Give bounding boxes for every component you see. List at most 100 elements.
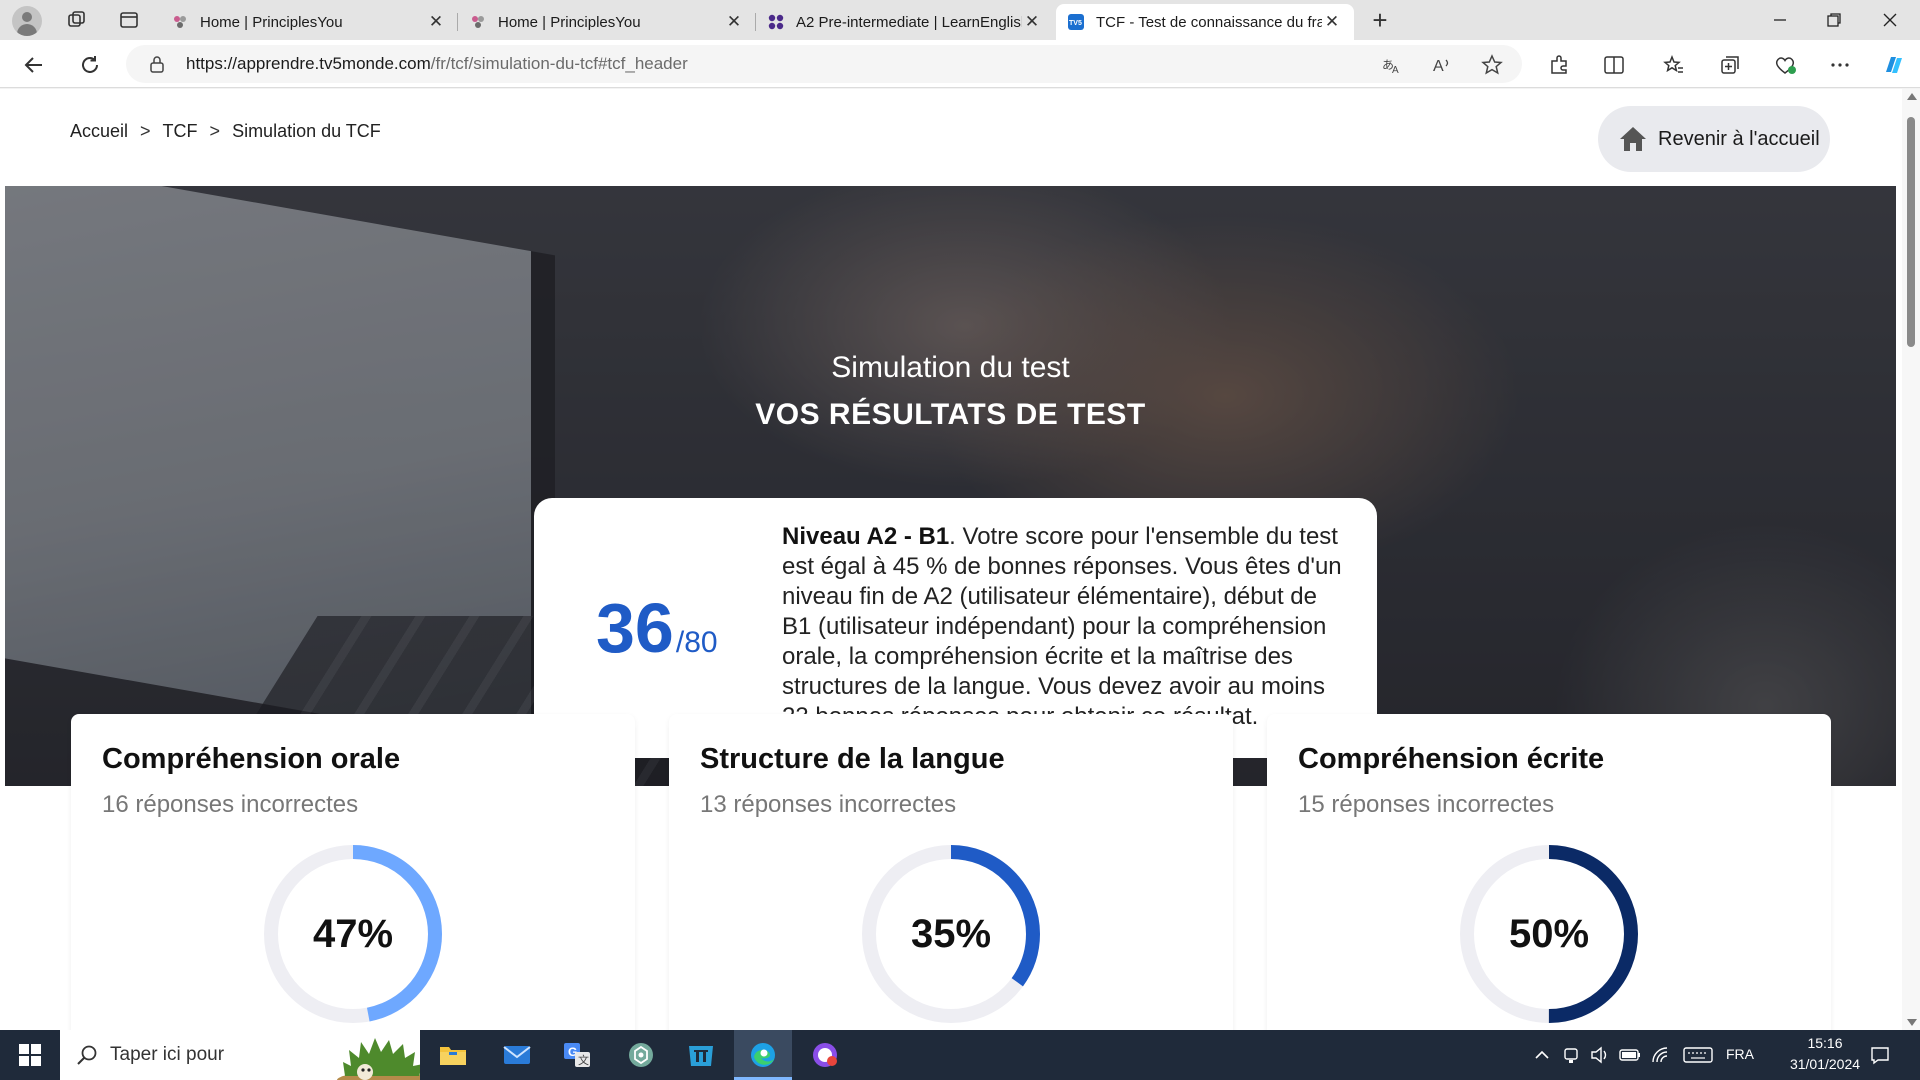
section-title: Compréhension écrite bbox=[1298, 743, 1605, 775]
read-aloud-icon[interactable]: A bbox=[1430, 53, 1454, 77]
copilot-icon[interactable] bbox=[1880, 51, 1908, 79]
svg-text:A: A bbox=[1392, 65, 1399, 76]
tab-tcf-active[interactable]: TV5 TCF - Test de connaissance du frança… bbox=[1056, 4, 1354, 40]
meet-now-icon[interactable] bbox=[1560, 1044, 1584, 1066]
svg-text:A: A bbox=[1433, 58, 1444, 75]
score-max: /80 bbox=[675, 626, 718, 659]
taskbar-search-box[interactable]: Taper ici pour bbox=[60, 1030, 420, 1080]
page-scrollbar[interactable] bbox=[1902, 89, 1920, 1030]
back-to-home-label: Revenir à l'accueil bbox=[1658, 127, 1820, 150]
url-host: https://apprendre.tv5monde.com bbox=[186, 54, 431, 73]
percent-label: 47% bbox=[312, 911, 394, 956]
breadcrumb-separator: > bbox=[140, 121, 151, 141]
scroll-down-arrow-icon[interactable] bbox=[1907, 1019, 1917, 1026]
back-arrow-icon[interactable] bbox=[20, 51, 48, 79]
tab-close-icon[interactable]: ✕ bbox=[426, 12, 446, 32]
hedgehog-illustration bbox=[337, 1038, 420, 1080]
volume-icon[interactable] bbox=[1588, 1044, 1612, 1066]
incorrect-answers: 13 réponses incorrectes bbox=[700, 791, 957, 818]
score-explanation: . Votre score pour l'ensemble du test es… bbox=[782, 523, 1342, 730]
profile-avatar[interactable] bbox=[12, 6, 42, 36]
notifications-icon[interactable] bbox=[1868, 1044, 1892, 1066]
search-placeholder: Taper ici pour bbox=[110, 1044, 225, 1065]
page-viewport: Accueil > TCF > Simulation du TCF Reveni… bbox=[0, 89, 1902, 1030]
tv5monde-favicon: TV5 bbox=[1068, 14, 1084, 30]
hero-subtitle: Simulation du test bbox=[831, 351, 1070, 384]
hero-banner: Simulation du test VOS RÉSULTATS DE TEST… bbox=[5, 186, 1896, 786]
taskbar-file-explorer[interactable] bbox=[424, 1030, 482, 1080]
breadcrumb: Accueil > TCF > Simulation du TCF bbox=[70, 121, 381, 142]
percent-label: 35% bbox=[910, 911, 992, 956]
wifi-icon[interactable] bbox=[1648, 1044, 1672, 1066]
mail-icon bbox=[503, 1046, 531, 1064]
scroll-thumb[interactable] bbox=[1907, 117, 1915, 347]
score-description: Niveau A2 - B1. Votre score pour l'ensem… bbox=[782, 522, 1352, 732]
score-level: Niveau A2 - B1 bbox=[782, 523, 950, 550]
tab-title: TCF - Test de connaissance du français bbox=[1096, 13, 1322, 31]
taskbar-messenger[interactable] bbox=[796, 1030, 854, 1080]
url-text[interactable]: https://apprendre.tv5monde.com/fr/tcf/si… bbox=[186, 54, 688, 74]
taskbar-translator[interactable]: G文 bbox=[548, 1030, 606, 1080]
clock-date[interactable]: 31/01/2024 bbox=[1778, 1056, 1872, 1072]
input-language[interactable]: FRA bbox=[1726, 1046, 1754, 1062]
more-options-icon[interactable] bbox=[1826, 51, 1854, 79]
restore-icon[interactable] bbox=[1806, 0, 1862, 40]
windows-start-button[interactable] bbox=[0, 1030, 60, 1080]
workspaces-icon[interactable] bbox=[64, 8, 90, 32]
windows-taskbar: Taper ici pour G文 FRA 15:16 31/01/2024 bbox=[0, 1030, 1920, 1080]
windows-logo-icon bbox=[19, 1044, 41, 1066]
taskbar-edge[interactable] bbox=[734, 1030, 792, 1080]
chatgpt-icon bbox=[629, 1043, 653, 1067]
tab-close-icon[interactable]: ✕ bbox=[724, 12, 744, 32]
url-path: /fr/tcf/simulation-du-tcf#tcf_header bbox=[430, 54, 688, 73]
tab-principlesyou-1[interactable]: Home | PrinciplesYou ✕ bbox=[160, 4, 458, 40]
incorrect-answers: 15 réponses incorrectes bbox=[1298, 791, 1555, 818]
translate-icon[interactable]: あA bbox=[1380, 53, 1404, 77]
home-icon bbox=[1620, 127, 1646, 151]
clock-time[interactable]: 15:16 bbox=[1790, 1035, 1860, 1051]
folder-icon bbox=[440, 1047, 466, 1065]
close-window-icon[interactable] bbox=[1862, 0, 1918, 40]
show-hidden-icons-chevron-icon[interactable] bbox=[1530, 1044, 1554, 1066]
breadcrumb-accueil[interactable]: Accueil bbox=[70, 121, 128, 142]
incorrect-answers: 16 réponses incorrectes bbox=[102, 791, 359, 818]
favorites-icon[interactable] bbox=[1660, 51, 1688, 79]
result-card-comprehension-ecrite: Compréhension écrite 15 réponses incorre… bbox=[1267, 714, 1831, 1030]
total-score: 36 /80 bbox=[596, 588, 718, 668]
keyboard-icon[interactable] bbox=[1682, 1044, 1714, 1066]
lock-icon[interactable] bbox=[148, 55, 166, 73]
back-to-home-button[interactable]: Revenir à l'accueil bbox=[1598, 106, 1830, 172]
browser-essentials-icon[interactable] bbox=[1771, 51, 1799, 79]
tab-title: Home | PrinciplesYou bbox=[200, 13, 343, 31]
minimize-icon[interactable] bbox=[1752, 0, 1808, 40]
store-icon bbox=[689, 1046, 713, 1066]
result-card-comprehension-orale: Compréhension orale 16 réponses incorrec… bbox=[71, 714, 635, 1030]
search-icon bbox=[77, 1045, 97, 1065]
favorite-star-icon[interactable] bbox=[1480, 53, 1504, 77]
refresh-icon[interactable] bbox=[76, 51, 104, 79]
tab-close-icon[interactable]: ✕ bbox=[1322, 12, 1342, 32]
taskbar-mail[interactable] bbox=[488, 1030, 546, 1080]
address-bar[interactable]: https://apprendre.tv5monde.com/fr/tcf/si… bbox=[126, 45, 1522, 83]
split-screen-icon[interactable] bbox=[1600, 51, 1628, 79]
svg-text:TV5: TV5 bbox=[1069, 20, 1082, 27]
principlesyou-favicon bbox=[470, 14, 486, 30]
tab-learnenglish[interactable]: A2 Pre-intermediate | LearnEnglish ✕ bbox=[756, 4, 1054, 40]
tab-close-icon[interactable]: ✕ bbox=[1022, 12, 1042, 32]
translate-app-icon: G文 bbox=[564, 1043, 590, 1067]
taskbar-store[interactable] bbox=[672, 1030, 730, 1080]
battery-icon[interactable] bbox=[1618, 1044, 1642, 1066]
scroll-up-arrow-icon[interactable] bbox=[1907, 93, 1917, 100]
messenger-icon bbox=[813, 1043, 837, 1067]
taskbar-chatgpt[interactable] bbox=[612, 1030, 670, 1080]
new-tab-button[interactable]: + bbox=[1365, 6, 1395, 36]
tab-principlesyou-2[interactable]: Home | PrinciplesYou ✕ bbox=[458, 4, 756, 40]
percent-label: 50% bbox=[1508, 911, 1590, 956]
extensions-icon[interactable] bbox=[1545, 51, 1573, 79]
breadcrumb-tcf[interactable]: TCF bbox=[163, 121, 198, 142]
hero-title: VOS RÉSULTATS DE TEST bbox=[755, 398, 1146, 431]
vertical-tabs-icon[interactable] bbox=[116, 8, 142, 32]
collections-icon[interactable] bbox=[1716, 51, 1744, 79]
breadcrumb-separator: > bbox=[209, 121, 221, 141]
result-card-structure-langue: Structure de la langue 13 réponses incor… bbox=[669, 714, 1233, 1030]
